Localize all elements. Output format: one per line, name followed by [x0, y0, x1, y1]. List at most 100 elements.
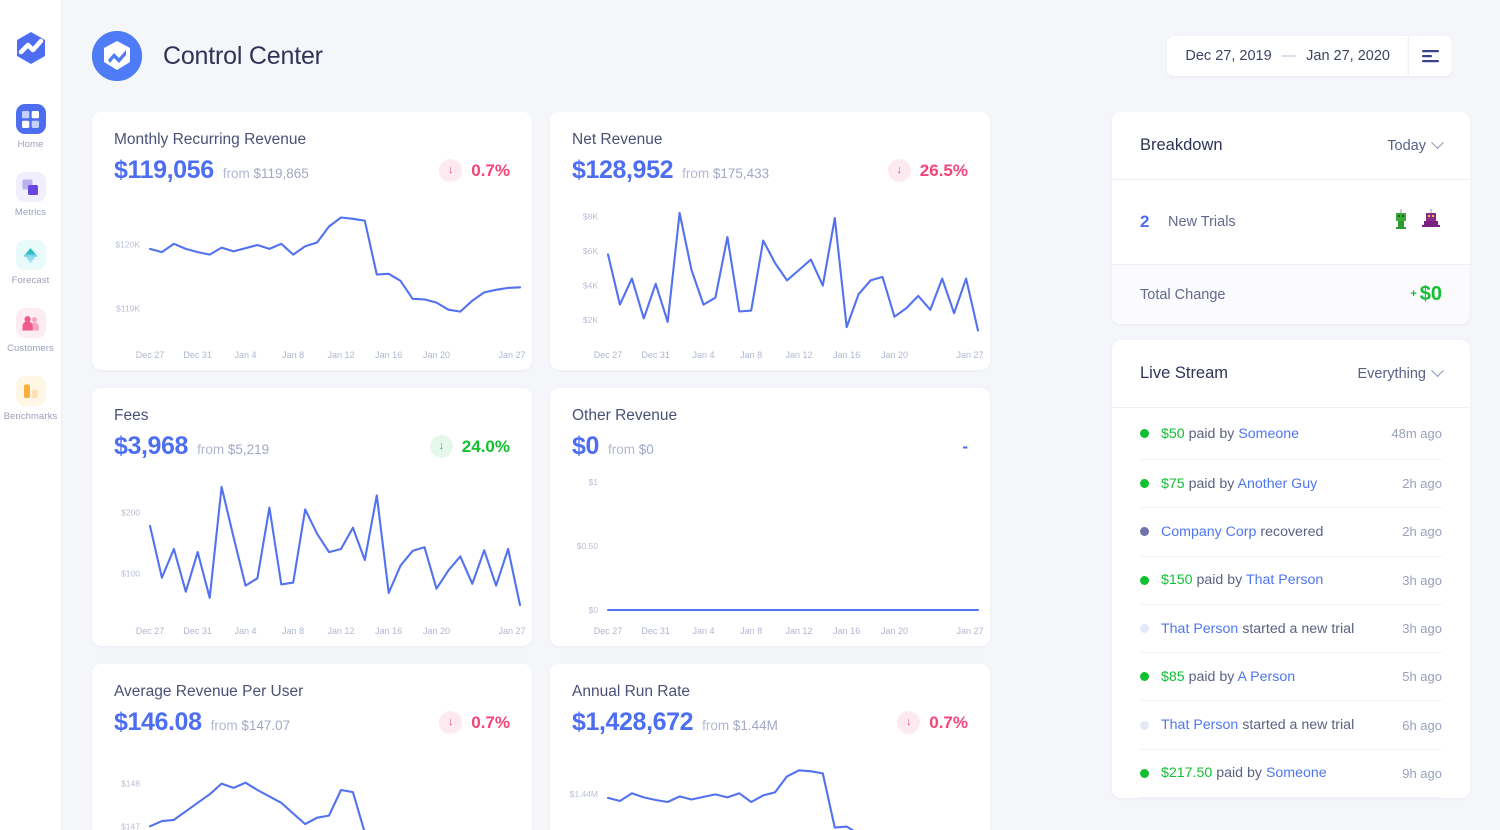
stream-middle-text: paid by	[1212, 765, 1266, 781]
people-icon	[16, 308, 46, 338]
stream-timestamp: 3h ago	[1402, 621, 1442, 636]
stream-item[interactable]: $150 paid by That Person3h ago	[1140, 557, 1442, 605]
alien-purple-avatar	[1422, 209, 1442, 236]
svg-text:Dec 27: Dec 27	[136, 626, 165, 636]
card-delta-value: 26.5%	[920, 161, 968, 181]
metric-card[interactable]: Annual Run Rate$1,428,672from $1.44M↓0.7…	[550, 664, 990, 830]
svg-text:Jan 12: Jan 12	[785, 350, 812, 360]
breakdown-label: New Trials	[1168, 214, 1236, 230]
card-figures: $146.08from $147.07↓0.7%	[114, 708, 510, 737]
metric-card[interactable]: Monthly Recurring Revenue$119,056from $1…	[92, 112, 532, 370]
sidebar-item-label: Benchmarks	[4, 411, 58, 422]
live-stream-filter-label: Everything	[1357, 366, 1426, 382]
stream-tail-text: recovered	[1256, 524, 1323, 540]
svg-text:$6K: $6K	[583, 246, 598, 256]
card-figures: $119,056from $119,865↓0.7%	[114, 156, 510, 185]
right-sidebar: Breakdown Today 2New Trials Total Change…	[1112, 112, 1470, 830]
card-delta: ↓24.0%	[430, 435, 510, 458]
card-title: Fees	[114, 407, 510, 425]
stream-actor[interactable]: Someone	[1238, 426, 1299, 442]
live-stream-panel: Live Stream Everything $50 paid by Someo…	[1112, 340, 1470, 798]
stream-actor[interactable]: That Person	[1161, 621, 1238, 637]
svg-text:Jan 27: Jan 27	[956, 626, 983, 636]
svg-text:$8K: $8K	[583, 211, 598, 221]
breakdown-row[interactable]: 2New Trials	[1112, 180, 1470, 264]
card-figures: $3,968from $5,219↓24.0%	[114, 432, 510, 461]
stream-actor[interactable]: That Person	[1246, 572, 1323, 588]
stream-item[interactable]: Company Corp recovered 2h ago	[1140, 508, 1442, 556]
stream-actor[interactable]: A Person	[1238, 669, 1296, 685]
arrow-down-icon: ↓	[897, 711, 920, 734]
stream-item[interactable]: $50 paid by Someone48m ago	[1140, 408, 1442, 460]
stream-middle-text: paid by	[1185, 426, 1239, 442]
svg-text:$1: $1	[589, 477, 599, 487]
svg-text:Jan 16: Jan 16	[375, 626, 402, 636]
stream-text: That Person started a new trial	[1161, 621, 1354, 637]
card-value: $146.08	[114, 708, 202, 737]
card-title: Net Revenue	[572, 131, 968, 149]
breakdown-count: 2	[1140, 212, 1168, 232]
card-previous-value: from $175,433	[682, 166, 769, 181]
card-delta-value: 0.7%	[471, 161, 510, 181]
card-delta: ↓26.5%	[888, 159, 968, 182]
svg-text:Jan 20: Jan 20	[881, 350, 908, 360]
sidebar-item-home[interactable]: Home	[0, 104, 62, 150]
svg-text:Jan 20: Jan 20	[881, 626, 908, 636]
sidebar-item-benchmarks[interactable]: Benchmarks	[0, 376, 62, 422]
sidebar-item-label: Home	[18, 139, 44, 150]
status-dot-icon	[1140, 672, 1149, 681]
svg-text:Jan 8: Jan 8	[740, 626, 762, 636]
stream-amount: $50	[1161, 426, 1185, 442]
card-value: $128,952	[572, 156, 673, 185]
sidebar-item-customers[interactable]: Customers	[0, 308, 62, 354]
live-stream-header: Live Stream Everything	[1112, 340, 1470, 408]
metric-card[interactable]: Net Revenue$128,952from $175,433↓26.5%$2…	[550, 112, 990, 370]
svg-text:Jan 16: Jan 16	[833, 626, 860, 636]
sidebar-item-metrics[interactable]: Metrics	[0, 172, 62, 218]
date-range-dash: —	[1282, 48, 1297, 64]
svg-text:Jan 27: Jan 27	[498, 350, 525, 360]
stream-text: $75 paid by Another Guy	[1161, 476, 1317, 492]
stream-item[interactable]: That Person started a new trial6h ago	[1140, 701, 1442, 749]
stream-middle-text: paid by	[1185, 669, 1238, 685]
date-range-start: Dec 27, 2019	[1185, 48, 1271, 64]
card-sparkline-chart: $119K$120KDec 27Dec 31Jan 4Jan 8Jan 12Ja…	[92, 192, 532, 370]
svg-text:Dec 31: Dec 31	[641, 350, 670, 360]
breakdown-filter-select[interactable]: Today	[1387, 138, 1442, 154]
stream-actor[interactable]: That Person	[1161, 717, 1238, 733]
filter-lines-icon[interactable]	[1408, 36, 1452, 76]
content-area: Monthly Recurring Revenue$119,056from $1…	[62, 112, 1500, 830]
stream-actor[interactable]: Someone	[1266, 765, 1327, 781]
squares-icon	[16, 172, 46, 202]
stream-timestamp: 2h ago	[1402, 524, 1442, 539]
stream-middle-text: paid by	[1185, 476, 1238, 492]
card-delta-none: -	[962, 437, 968, 457]
svg-text:$0.50: $0.50	[577, 541, 599, 551]
stream-amount: $85	[1161, 669, 1185, 685]
metric-card[interactable]: Other Revenue$0from $0-$0$0.50$1Dec 27De…	[550, 388, 990, 646]
stream-actor[interactable]: Another Guy	[1238, 476, 1318, 492]
card-value: $119,056	[114, 156, 214, 185]
card-previous-value: from $1.44M	[702, 718, 778, 733]
stream-item[interactable]: That Person started a new trial 3h ago	[1140, 605, 1442, 653]
svg-text:$0: $0	[589, 605, 599, 615]
stream-item[interactable]: $85 paid by A Person5h ago	[1140, 653, 1442, 701]
svg-text:Dec 31: Dec 31	[183, 626, 212, 636]
svg-text:$1.44M: $1.44M	[570, 789, 598, 799]
stream-item[interactable]: $75 paid by Another Guy2h ago	[1140, 460, 1442, 508]
breakdown-title: Breakdown	[1140, 136, 1223, 155]
svg-text:Dec 27: Dec 27	[136, 350, 165, 360]
stream-timestamp: 3h ago	[1402, 573, 1442, 588]
sidebar-item-forecast[interactable]: Forecast	[0, 240, 62, 286]
svg-text:Jan 20: Jan 20	[423, 350, 450, 360]
status-dot-icon	[1140, 479, 1149, 488]
stream-actor[interactable]: Company Corp	[1161, 524, 1256, 540]
metric-card[interactable]: Fees$3,968from $5,219↓24.0%$100$200Dec 2…	[92, 388, 532, 646]
card-figures: $128,952 from $175,433 ↓26.5%	[572, 156, 968, 185]
date-range-picker[interactable]: Dec 27, 2019 — Jan 27, 2020	[1167, 36, 1408, 76]
live-stream-filter-select[interactable]: Everything	[1357, 366, 1442, 382]
card-delta: ↓0.7%	[439, 159, 510, 182]
metric-card[interactable]: Average Revenue Per User$146.08from $147…	[92, 664, 532, 830]
stream-item[interactable]: $217.50 paid by Someone9h ago	[1140, 750, 1442, 798]
sidebar-item-label: Metrics	[15, 207, 46, 218]
